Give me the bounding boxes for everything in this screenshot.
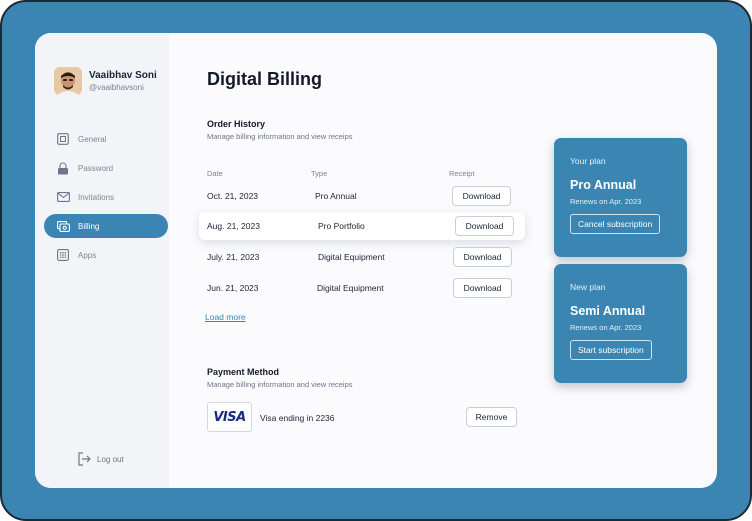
row-date: Oct. 21, 2023 <box>207 191 259 201</box>
billing-icon <box>56 219 70 233</box>
order-history-title: Order History <box>207 119 266 129</box>
column-header-type: Type <box>311 169 328 178</box>
order-history-subtitle: Manage billing information and view rece… <box>207 132 353 141</box>
column-header-date: Date <box>207 169 223 178</box>
lock-icon <box>56 161 70 175</box>
row-date: July. 21, 2023 <box>207 252 260 262</box>
column-header-receipt: Receipt <box>449 169 475 178</box>
sidebar-item-general[interactable]: General <box>44 127 168 151</box>
apps-grid-icon <box>56 248 70 262</box>
user-name: Vaaibhav Soni <box>89 70 157 81</box>
plan-name: Pro Annual <box>570 178 637 192</box>
visa-logo-text: VISA <box>213 409 246 425</box>
avatar[interactable] <box>54 67 82 95</box>
row-type: Pro Annual <box>315 191 357 201</box>
logout-icon <box>77 452 91 466</box>
general-icon <box>56 132 70 146</box>
table-row: Oct. 21, 2023 Pro Annual Download <box>199 182 521 210</box>
cancel-subscription-button[interactable]: Cancel subscription <box>570 214 661 234</box>
download-button[interactable]: Download <box>452 186 511 206</box>
row-type: Pro Portfolio <box>318 221 365 231</box>
row-type: Digital Equipment <box>318 252 385 262</box>
plan-renewal: Renews on Apr. 2023 <box>570 197 642 206</box>
sidebar-item-apps[interactable]: Apps <box>44 243 168 267</box>
sidebar-item-password[interactable]: Password <box>44 156 168 180</box>
user-handle: @vaaibhavsoni <box>89 83 144 92</box>
page-title: Digital Billing <box>207 69 322 89</box>
sidebar-item-label: Apps <box>78 250 97 260</box>
card-ending-text: Visa ending in 2236 <box>260 413 335 423</box>
logout-button[interactable]: Log out <box>77 452 124 466</box>
sidebar-item-billing[interactable]: Billing <box>44 214 168 238</box>
mail-icon <box>56 190 70 204</box>
sidebar-item-invitations[interactable]: Invitations <box>44 185 168 209</box>
remove-card-button[interactable]: Remove <box>466 407 517 427</box>
sidebar-item-label: General <box>78 134 107 144</box>
row-date: Aug. 21, 2023 <box>207 221 260 231</box>
app-window: Vaaibhav Soni @vaaibhavsoni General Pass… <box>35 33 717 488</box>
download-button[interactable]: Download <box>453 247 512 267</box>
plan-renewal: Renews on Apr. 2023 <box>570 323 642 332</box>
payment-method-subtitle: Manage billing information and view rece… <box>207 380 353 389</box>
download-button[interactable]: Download <box>455 216 514 236</box>
plan-label: New plan <box>570 282 606 292</box>
row-type: Digital Equipment <box>317 283 384 293</box>
visa-logo: VISA <box>207 402 252 432</box>
sidebar: Vaaibhav Soni @vaaibhavsoni General Pass… <box>35 33 169 488</box>
sidebar-item-label: Billing <box>78 221 100 231</box>
plan-name: Semi Annual <box>570 304 646 318</box>
avatar-image <box>54 67 82 95</box>
current-plan-card: Your plan Pro Annual Renews on Apr. 2023… <box>554 138 687 257</box>
payment-method-title: Payment Method <box>207 367 280 377</box>
table-row: Jun. 21, 2023 Digital Equipment Download <box>199 274 521 302</box>
logout-label: Log out <box>97 454 124 464</box>
sidebar-item-label: Password <box>78 163 114 173</box>
sidebar-item-label: Invitations <box>78 192 115 202</box>
plan-label: Your plan <box>570 156 606 166</box>
main-content: Digital Billing Order History Manage bil… <box>169 33 717 488</box>
new-plan-card: New plan Semi Annual Renews on Apr. 2023… <box>554 264 687 383</box>
load-more-link[interactable]: Load more <box>205 312 246 322</box>
row-date: Jun. 21, 2023 <box>207 283 259 293</box>
table-row: July. 21, 2023 Digital Equipment Downloa… <box>199 243 521 271</box>
download-button[interactable]: Download <box>453 278 512 298</box>
start-subscription-button[interactable]: Start subscription <box>570 340 652 360</box>
table-row: Aug. 21, 2023 Pro Portfolio Download <box>199 212 525 240</box>
